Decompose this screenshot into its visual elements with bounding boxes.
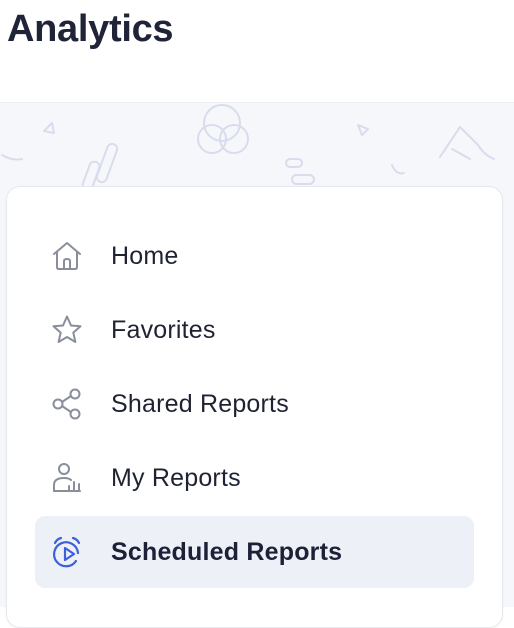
nav-item-home[interactable]: Home — [35, 220, 474, 292]
share-icon — [49, 386, 85, 422]
content-background: Home Favorites Shared Reports My Reports… — [0, 102, 514, 628]
report-navigation-panel: Home Favorites Shared Reports My Reports… — [6, 186, 503, 628]
nav-item-my-reports[interactable]: My Reports — [35, 442, 474, 514]
nav-label-shared-reports: Shared Reports — [111, 389, 289, 418]
nav-item-scheduled-reports[interactable]: Scheduled Reports — [35, 516, 474, 588]
home-icon — [49, 238, 85, 274]
user-report-icon — [49, 460, 85, 496]
nav-label-scheduled-reports: Scheduled Reports — [111, 537, 343, 566]
nav-label-my-reports: My Reports — [111, 463, 241, 492]
nav-label-home: Home — [111, 241, 179, 270]
nav-item-favorites[interactable]: Favorites — [35, 294, 474, 366]
nav-label-favorites: Favorites — [111, 315, 216, 344]
page-title: Analytics — [7, 8, 174, 50]
star-icon — [49, 312, 85, 348]
alarm-clock-icon — [49, 534, 85, 570]
nav-item-shared-reports[interactable]: Shared Reports — [35, 368, 474, 440]
